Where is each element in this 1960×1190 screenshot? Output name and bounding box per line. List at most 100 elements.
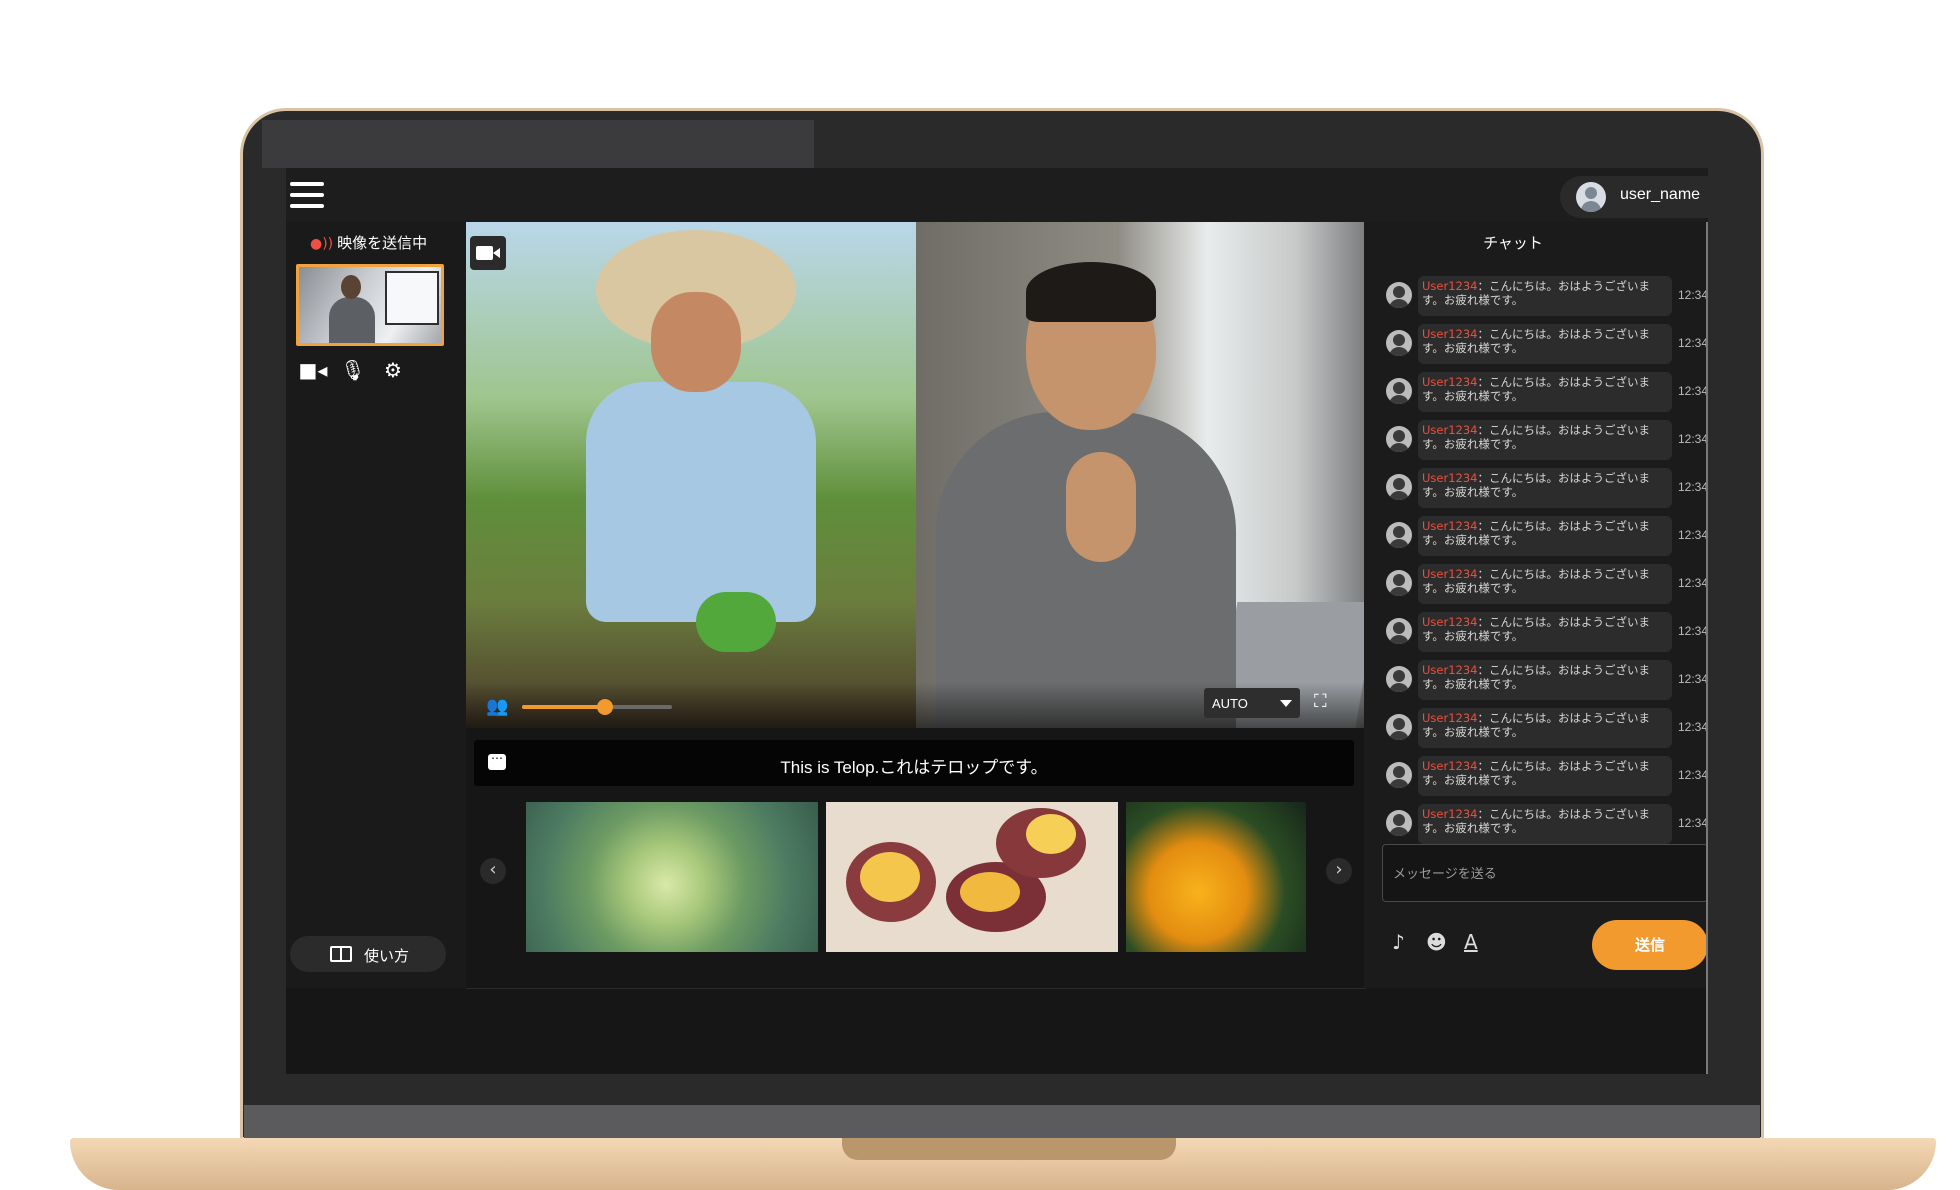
chat-avatar-icon — [1386, 474, 1412, 500]
chat-bubble: User1234：こんにちは。おはようございます。お疲れ様です。 — [1418, 420, 1672, 460]
chat-message: User1234：こんにちは。おはようございます。お疲れ様です。 12:34 — [1386, 420, 1708, 462]
volume-slider-knob[interactable] — [596, 699, 613, 715]
chat-username: User1234 — [1422, 519, 1478, 533]
chat-timestamp: 12:34 — [1678, 816, 1708, 830]
user-name[interactable]: user_name — [1620, 186, 1700, 204]
chat-avatar-icon — [1386, 714, 1412, 740]
music-note-icon[interactable]: ♪ — [1392, 930, 1405, 954]
chat-message: User1234：こんにちは。おはようございます。お疲れ様です。 12:34 — [1386, 324, 1708, 366]
chat-avatar-icon — [1386, 618, 1412, 644]
chat-message: User1234：こんにちは。おはようございます。お疲れ様です。 12:34 — [1386, 564, 1708, 606]
fullscreen-icon[interactable]: ⛶ — [1314, 692, 1334, 712]
chat-bubble: User1234：こんにちは。おはようございます。お疲れ様です。 — [1418, 756, 1672, 796]
chat-username: User1234 — [1422, 615, 1478, 629]
chat-timestamp: 12:34 — [1678, 336, 1708, 350]
chat-message-input[interactable]: メッセージを送る — [1382, 844, 1708, 902]
self-video-preview[interactable] — [296, 264, 444, 346]
app-screen: user_name ●)) 映像を送信中 ■◂ 🎙 ⚙ 使い方 👥 AUTO ⛶… — [286, 168, 1708, 1074]
chat-avatar-icon — [1386, 426, 1412, 452]
chat-message: User1234：こんにちは。おはようございます。お疲れ様です。 12:34 — [1386, 276, 1708, 318]
quality-select[interactable]: AUTO — [1204, 688, 1300, 718]
chat-avatar-icon — [1386, 522, 1412, 548]
chat-avatar-icon — [1386, 810, 1412, 836]
chat-avatar-icon — [1386, 570, 1412, 596]
chat-username: User1234 — [1422, 279, 1478, 293]
chat-bubble: User1234：こんにちは。おはようございます。お疲れ様です。 — [1418, 276, 1672, 316]
chat-bubble: User1234：こんにちは。おはようございます。お疲れ様です。 — [1418, 324, 1672, 364]
chat-username: User1234 — [1422, 663, 1478, 677]
video-stage[interactable]: 👥 AUTO ⛶ — [466, 222, 1364, 728]
carousel-next-button[interactable]: › — [1326, 858, 1352, 884]
chat-bubble: User1234：こんにちは。おはようございます。お疲れ様です。 — [1418, 564, 1672, 604]
chat-avatar-icon — [1386, 762, 1412, 788]
chat-timestamp: 12:34 — [1678, 672, 1708, 686]
chat-username: User1234 — [1422, 807, 1478, 821]
chat-username: User1234 — [1422, 711, 1478, 725]
text-format-icon[interactable]: A — [1464, 930, 1478, 954]
gear-icon[interactable]: ⚙ — [378, 358, 408, 382]
carousel-item-sweet-potato[interactable] — [826, 802, 1118, 952]
chat-avatar-icon — [1386, 666, 1412, 692]
video-feed-man — [916, 222, 1364, 728]
howto-label: 使い方 — [364, 947, 410, 965]
howto-button[interactable]: 使い方 — [290, 936, 446, 972]
book-icon — [330, 946, 352, 962]
quality-select-value: AUTO — [1212, 696, 1248, 711]
chat-bubble: User1234：こんにちは。おはようございます。お疲れ様です。 — [1418, 468, 1672, 508]
chevron-down-icon — [1280, 700, 1292, 713]
chat-avatar-icon — [1386, 282, 1412, 308]
emoji-icon[interactable]: ☻ — [1426, 930, 1447, 954]
broadcast-icon: ●)) — [310, 236, 334, 252]
laptop-bottom-bezel — [244, 1105, 1760, 1138]
chat-bubble: User1234：こんにちは。おはようございます。お疲れ様です。 — [1418, 372, 1672, 412]
scrollbar[interactable] — [1706, 222, 1708, 1074]
chat-message: User1234：こんにちは。おはようございます。お疲れ様です。 12:34 — [1386, 660, 1708, 702]
chat-timestamp: 12:34 — [1678, 624, 1708, 638]
chat-timestamp: 12:34 — [1678, 528, 1708, 542]
video-feed-farmer — [466, 222, 916, 728]
chat-message: User1234：こんにちは。おはようございます。お疲れ様です。 12:34 — [1386, 516, 1708, 558]
chat-username: User1234 — [1422, 375, 1478, 389]
carousel-item-pumpkin[interactable] — [1126, 802, 1306, 952]
chat-username: User1234 — [1422, 567, 1478, 581]
divider — [466, 988, 1366, 989]
chat-bubble: User1234：こんにちは。おはようございます。お疲れ様です。 — [1418, 804, 1672, 844]
chat-username: User1234 — [1422, 327, 1478, 341]
chat-title: チャット — [1483, 234, 1543, 252]
chat-message: User1234：こんにちは。おはようございます。お疲れ様です。 12:34 — [1386, 612, 1708, 654]
chat-message: User1234：こんにちは。おはようございます。お疲れ様です。 12:34 — [1386, 372, 1708, 414]
telop-bar: This is Telop.これはテロップです。 — [474, 740, 1354, 786]
chat-timestamp: 12:34 — [1678, 720, 1708, 734]
broadcast-status-label: 映像を送信中 — [337, 234, 428, 252]
carousel-prev-button[interactable]: ‹ — [480, 858, 506, 884]
user-avatar-icon[interactable] — [1576, 182, 1606, 212]
chat-bubble: User1234：こんにちは。おはようございます。お疲れ様です。 — [1418, 708, 1672, 748]
send-button[interactable]: 送信 — [1592, 920, 1708, 970]
telop-text: This is Telop.これはテロップです。 — [780, 758, 1048, 777]
hamburger-menu-icon[interactable] — [290, 182, 324, 208]
video-control-bar: 👥 AUTO ⛶ — [466, 682, 1364, 728]
chat-timestamp: 12:34 — [1678, 768, 1708, 782]
participants-icon[interactable]: 👥 — [486, 696, 508, 717]
top-bar: user_name — [286, 168, 1708, 222]
camera-switch-icon[interactable] — [470, 236, 506, 270]
chat-timestamp: 12:34 — [1678, 480, 1708, 494]
chat-message: User1234：こんにちは。おはようございます。お疲れ様です。 12:34 — [1386, 804, 1708, 846]
chat-username: User1234 — [1422, 423, 1478, 437]
video-camera-icon[interactable]: ■◂ — [298, 358, 328, 382]
chat-bubble: User1234：こんにちは。おはようございます。お疲れ様です。 — [1418, 612, 1672, 652]
chat-username: User1234 — [1422, 759, 1478, 773]
volume-slider-fill — [522, 705, 605, 709]
chat-message: User1234：こんにちは。おはようございます。お疲れ様です。 12:34 — [1386, 708, 1708, 750]
chat-message: User1234：こんにちは。おはようございます。お疲れ様です。 12:34 — [1386, 756, 1708, 798]
screen-glare — [262, 120, 814, 168]
chat-avatar-icon — [1386, 330, 1412, 356]
microphone-icon[interactable]: 🎙 — [338, 358, 368, 382]
broadcast-status: ●)) 映像を送信中 — [310, 232, 427, 253]
chat-timestamp: 12:34 — [1678, 576, 1708, 590]
chat-bubble: User1234：こんにちは。おはようございます。お疲れ様です。 — [1418, 660, 1672, 700]
chat-username: User1234 — [1422, 471, 1478, 485]
carousel-item-cabbage[interactable] — [526, 802, 818, 952]
chat-bubble: User1234：こんにちは。おはようございます。お疲れ様です。 — [1418, 516, 1672, 556]
chat-timestamp: 12:34 — [1678, 432, 1708, 446]
